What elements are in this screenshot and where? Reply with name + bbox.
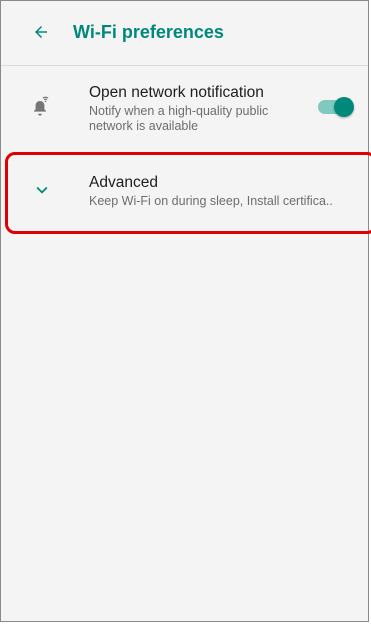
setting-summary: Notify when a high-quality public networ…: [89, 104, 269, 133]
setting-summary: Keep Wi-Fi on during sleep, Install cert…: [89, 194, 333, 208]
back-button[interactable]: [13, 4, 69, 60]
page-title: Wi-Fi preferences: [73, 21, 224, 42]
app-bar: Wi-Fi preferences: [1, 1, 368, 63]
setting-title: Advanced: [89, 174, 158, 191]
chevron-down-icon: [36, 186, 48, 194]
advanced-setting[interactable]: Advanced Keep Wi-Fi on during sleep, Ins…: [1, 163, 368, 223]
open-network-notification-setting[interactable]: Open network notification Notify when a …: [1, 71, 368, 143]
settings-screen: Wi-Fi preferences Open network notificat…: [0, 0, 369, 622]
toggle-thumb: [334, 97, 354, 117]
arrow-back-icon: [35, 26, 47, 38]
open-network-notification-toggle[interactable]: [318, 95, 354, 119]
notification-bell-wifi-icon: [34, 96, 49, 116]
setting-title: Open network notification: [89, 84, 264, 101]
header-divider: [1, 65, 368, 66]
